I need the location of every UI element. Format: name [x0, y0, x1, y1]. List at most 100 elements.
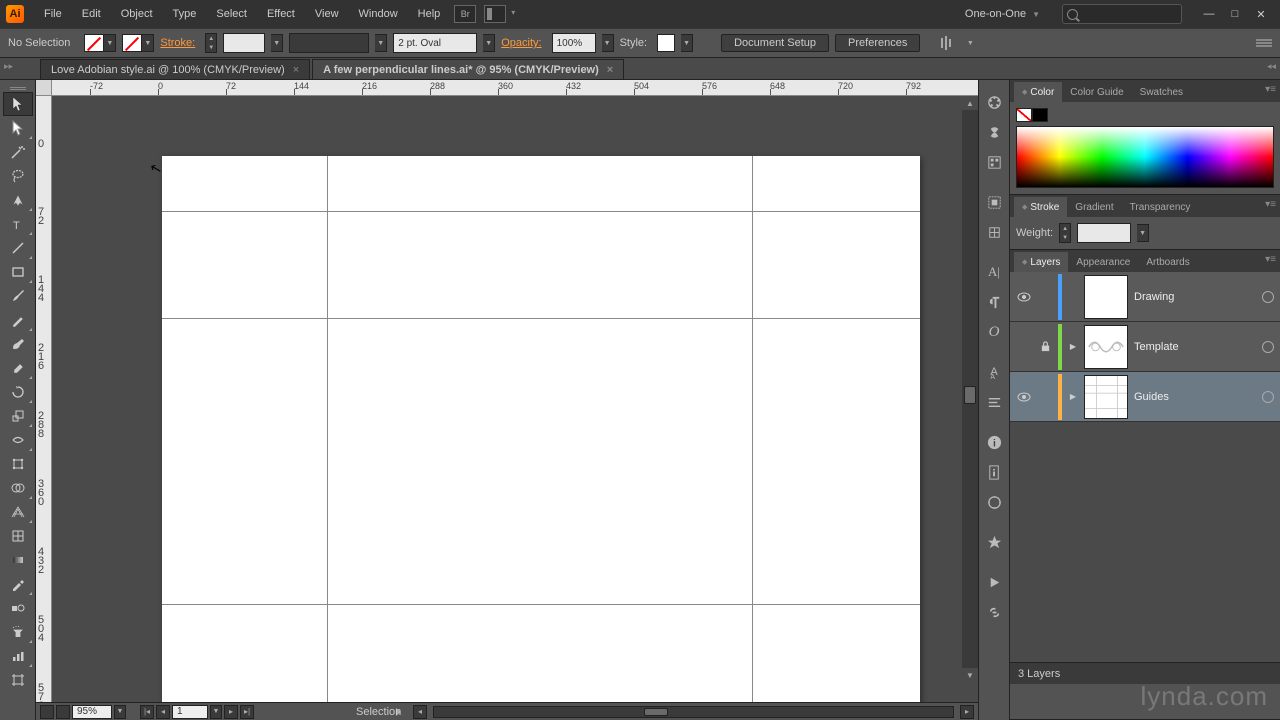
symbols-panel-icon[interactable]	[981, 119, 1007, 145]
tab-swatches[interactable]: Swatches	[1132, 82, 1191, 102]
last-artboard-button[interactable]: ▸|	[240, 705, 254, 719]
document-tab[interactable]: Love Adobian style.ai @ 100% (CMYK/Previ…	[40, 59, 310, 79]
links-panel-icon[interactable]	[981, 599, 1007, 625]
tab-close-icon[interactable]: ×	[607, 64, 613, 76]
recolor-icon[interactable]	[981, 89, 1007, 115]
tab-artboards[interactable]: Artboards	[1138, 252, 1197, 272]
expand-panels-right-icon[interactable]: ◂◂	[1267, 61, 1276, 72]
stroke-link[interactable]: Stroke:	[160, 37, 199, 49]
stroke-weight-stepper[interactable]: ▲▼	[205, 33, 217, 53]
brush-field[interactable]: 2 pt. Oval	[393, 33, 477, 53]
color-spectrum[interactable]	[1016, 126, 1274, 188]
tab-transparency[interactable]: Transparency	[1122, 197, 1199, 217]
weight-dd[interactable]: ▼	[1137, 224, 1149, 242]
perspective-grid-tool[interactable]	[3, 500, 33, 524]
menu-file[interactable]: File	[34, 0, 72, 28]
type-tool[interactable]: T	[3, 212, 33, 236]
layer-visibility-toggle[interactable]	[1016, 389, 1032, 405]
weight-field[interactable]	[1077, 223, 1131, 243]
tab-color-guide[interactable]: Color Guide	[1062, 82, 1131, 102]
minimize-button[interactable]: —	[1196, 4, 1222, 24]
tab-layers[interactable]: Layers	[1014, 252, 1068, 272]
pen-tool[interactable]	[3, 188, 33, 212]
stroke-profile-dd[interactable]: ▼	[375, 34, 387, 52]
actions-panel-icon[interactable]	[981, 569, 1007, 595]
align-panel-icon[interactable]	[981, 189, 1007, 215]
mesh-tool[interactable]	[3, 524, 33, 548]
layer-name[interactable]: Guides	[1134, 391, 1256, 403]
status-icon[interactable]	[40, 705, 54, 719]
menu-select[interactable]: Select	[206, 0, 257, 28]
tab-color[interactable]: Color	[1014, 82, 1062, 102]
hscroll-right-button[interactable]: ▸	[960, 705, 974, 719]
layer-lock-toggle[interactable]	[1038, 290, 1052, 304]
align-dd[interactable]: ▼	[964, 34, 976, 52]
opacity-field[interactable]: 100%	[552, 33, 596, 53]
canvas[interactable]: ↖ ▲ ▼	[52, 96, 978, 702]
zoom-dd[interactable]: ▼	[114, 705, 126, 719]
gradient-tool[interactable]	[3, 548, 33, 572]
arrange-documents-icon[interactable]	[484, 5, 506, 23]
menu-window[interactable]: Window	[349, 0, 408, 28]
opentype-panel-icon[interactable]: O	[981, 319, 1007, 345]
preferences-button[interactable]: Preferences	[835, 34, 920, 52]
tab-stroke[interactable]: Stroke	[1014, 197, 1067, 217]
prev-artboard-button[interactable]: ◂	[156, 705, 170, 719]
vscroll-thumb[interactable]	[964, 386, 976, 404]
menu-edit[interactable]: Edit	[72, 0, 111, 28]
menu-type[interactable]: Type	[163, 0, 207, 28]
layer-lock-toggle[interactable]	[1038, 390, 1052, 404]
hscroll-left-button[interactable]: ◂	[413, 705, 427, 719]
panel-menu-icon[interactable]: ▾≡	[1265, 254, 1276, 265]
stroke-weight-dd[interactable]: ▼	[271, 34, 283, 52]
blend-tool[interactable]	[3, 596, 33, 620]
menu-effect[interactable]: Effect	[257, 0, 305, 28]
character-panel-icon[interactable]: A|	[981, 259, 1007, 285]
align-to-icon[interactable]	[940, 34, 958, 52]
brush-dd[interactable]: ▼	[483, 34, 495, 52]
next-artboard-button[interactable]: ▸	[224, 705, 238, 719]
pencil-tool[interactable]	[3, 308, 33, 332]
layer-row[interactable]: ▶Template	[1010, 322, 1280, 372]
para-styles-panel-icon[interactable]	[981, 389, 1007, 415]
scale-tool[interactable]	[3, 404, 33, 428]
close-button[interactable]: ✕	[1248, 4, 1274, 24]
toolbox-grip[interactable]	[0, 84, 35, 92]
expand-panels-left-icon[interactable]: ▸▸	[4, 61, 13, 72]
controlbar-collapse-icon[interactable]	[1256, 38, 1272, 48]
shape-builder-tool[interactable]	[3, 476, 33, 500]
rotate-tool[interactable]	[3, 380, 33, 404]
lasso-tool[interactable]	[3, 164, 33, 188]
layer-lock-toggle[interactable]	[1038, 340, 1052, 354]
zoom-field[interactable]: 95%	[72, 705, 112, 719]
opacity-dd[interactable]: ▼	[602, 34, 614, 52]
maximize-button[interactable]: □	[1222, 4, 1248, 24]
brushes-panel-icon[interactable]	[981, 149, 1007, 175]
scroll-down-button[interactable]: ▼	[962, 668, 978, 682]
panel-menu-icon[interactable]: ▾≡	[1265, 199, 1276, 210]
layer-target-icon[interactable]	[1262, 341, 1274, 353]
selection-tool[interactable]	[3, 92, 33, 116]
tab-appearance[interactable]: Appearance	[1068, 252, 1138, 272]
paragraph-panel-icon[interactable]	[981, 289, 1007, 315]
search-input[interactable]	[1062, 4, 1182, 24]
layer-visibility-toggle[interactable]	[1016, 289, 1032, 305]
menu-object[interactable]: Object	[111, 0, 163, 28]
magic-wand-tool[interactable]	[3, 140, 33, 164]
style-dd[interactable]: ▼	[681, 34, 693, 52]
hscroll-thumb[interactable]	[644, 708, 668, 716]
fill-swatch[interactable]	[84, 34, 104, 52]
blob-brush-tool[interactable]	[3, 332, 33, 356]
first-artboard-button[interactable]: |◂	[140, 705, 154, 719]
layer-name[interactable]: Template	[1134, 341, 1256, 353]
layer-target-icon[interactable]	[1262, 291, 1274, 303]
layer-row[interactable]: Drawing	[1010, 272, 1280, 322]
artboard-nav-dd[interactable]: ▼	[210, 705, 222, 719]
artboard-nav-field[interactable]: 1	[172, 705, 208, 719]
ruler-origin[interactable]	[36, 80, 52, 96]
document-tab[interactable]: A few perpendicular lines.ai* @ 95% (CMY…	[312, 59, 624, 79]
char-styles-panel-icon[interactable]: AA	[981, 359, 1007, 385]
layer-expand-arrow[interactable]: ▶	[1068, 392, 1078, 401]
stroke-swatch[interactable]	[122, 34, 142, 52]
direct-selection-tool[interactable]	[3, 116, 33, 140]
